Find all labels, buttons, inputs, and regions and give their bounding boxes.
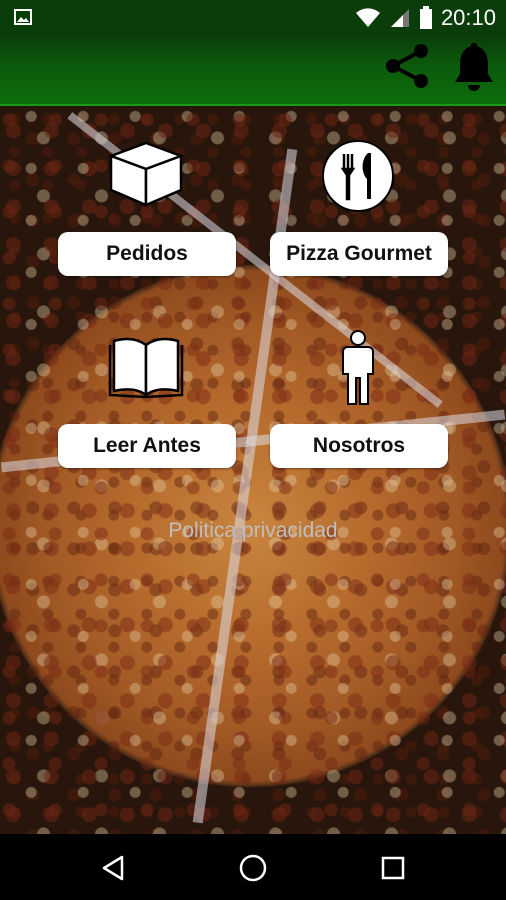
pedidos-button[interactable]: Pedidos — [58, 232, 236, 276]
book-icon[interactable] — [106, 333, 186, 399]
recents-icon — [381, 856, 405, 880]
home-button[interactable] — [233, 848, 273, 888]
wifi-icon — [355, 8, 380, 27]
pizza-texture — [0, 106, 506, 834]
leer-antes-button[interactable]: Leer Antes — [58, 424, 236, 468]
pizza-gourmet-button[interactable]: Pizza Gourmet — [270, 232, 448, 276]
share-icon[interactable] — [383, 42, 431, 90]
pizza-background — [0, 106, 506, 834]
status-bar: 20:10 — [0, 0, 506, 36]
privacy-policy-link[interactable]: Politica privacidad — [0, 519, 506, 543]
box-icon[interactable] — [108, 140, 184, 208]
back-icon — [102, 855, 124, 881]
bell-icon[interactable] — [452, 42, 496, 92]
cutlery-icon[interactable] — [321, 139, 395, 213]
person-icon[interactable] — [340, 330, 376, 406]
image-icon — [14, 9, 32, 25]
status-time: 20:10 — [440, 5, 496, 30]
signal-icon — [390, 9, 409, 27]
nosotros-button[interactable]: Nosotros — [270, 424, 448, 468]
back-button[interactable] — [94, 848, 134, 888]
app-bar — [0, 36, 506, 106]
navigation-bar — [0, 834, 506, 900]
home-icon — [239, 854, 267, 882]
battery-icon — [419, 6, 432, 29]
recents-button[interactable] — [373, 848, 413, 888]
